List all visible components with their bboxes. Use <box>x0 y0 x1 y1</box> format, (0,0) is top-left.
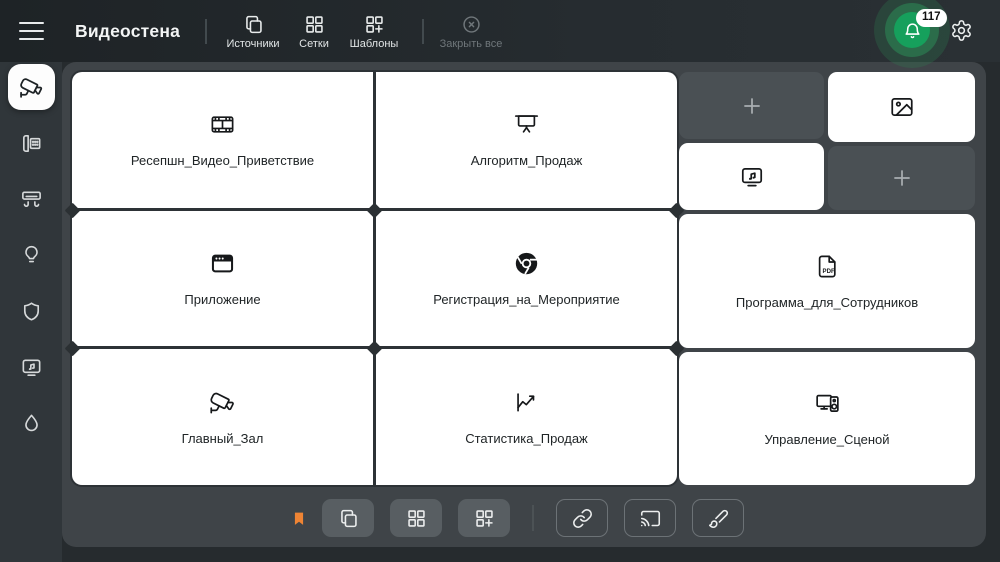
close-all-label: Закрыть все <box>439 38 503 50</box>
svg-text:PDF: PDF <box>822 269 834 275</box>
tile-label: Ресепшн_Видео_Приветствие <box>130 153 315 169</box>
settings-button[interactable] <box>949 19 974 44</box>
grid-plus-icon <box>365 16 383 33</box>
sources-label: Источники <box>226 38 280 50</box>
cast-button[interactable] <box>624 499 676 537</box>
sidebar-item-water[interactable] <box>9 401 53 445</box>
grid-icon <box>407 509 425 527</box>
grid-icon <box>305 16 323 33</box>
pdf-file-icon: PDF <box>818 255 836 277</box>
tile-label: Регистрация_на_Мероприятие <box>433 291 620 307</box>
plus-icon <box>893 170 910 186</box>
divider <box>532 505 534 531</box>
projector-screen-icon <box>514 115 539 133</box>
lightbulb-icon <box>24 245 38 262</box>
copy-icon <box>340 509 357 527</box>
cctv-camera-icon <box>210 392 234 414</box>
templates-label: Шаблоны <box>349 38 399 50</box>
sidebar-item-security[interactable] <box>9 289 53 333</box>
divider <box>205 19 207 44</box>
divider <box>422 19 424 44</box>
copy-icon <box>245 15 262 34</box>
wall-grid: Ресепшн_Видео_Приветствие Алгоритм_Прода… <box>72 72 677 485</box>
brush-button[interactable] <box>692 499 744 537</box>
intercom-phone-icon <box>22 134 40 152</box>
brush-icon <box>708 509 728 528</box>
page-title: Видеостена <box>75 21 181 41</box>
air-conditioner-icon <box>21 190 41 207</box>
image-tile[interactable] <box>828 72 975 142</box>
tile-label: Программа_для_Сотрудников <box>735 294 919 310</box>
wall-tile[interactable]: Управление_Сценой <box>679 352 975 485</box>
shield-icon <box>23 301 39 321</box>
wall-tile[interactable]: Приложение <box>72 210 373 347</box>
tile-label: Управление_Сценой <box>764 432 890 447</box>
image-icon <box>890 98 913 116</box>
link-icon <box>572 508 592 528</box>
scene-control-icon <box>815 394 839 412</box>
close-circle-icon <box>462 16 480 33</box>
grid-plus-icon <box>475 509 493 527</box>
film-icon <box>211 116 234 133</box>
tile-label: Статистика_Продаж <box>465 430 588 446</box>
grid-layout-button[interactable] <box>390 499 442 537</box>
sources-button[interactable]: Источники <box>216 9 290 55</box>
menu-button[interactable] <box>19 22 44 40</box>
media-tile[interactable] <box>679 143 824 210</box>
app-window-icon <box>211 254 234 273</box>
app-root: Видеостена Источники Сетки Шаблоны Закры… <box>0 0 1000 562</box>
plus-icon <box>743 97 760 114</box>
droplet-icon <box>24 414 38 431</box>
bottom-toolbar <box>292 499 744 537</box>
cctv-camera-icon <box>20 77 43 98</box>
sidebar-item-intercom[interactable] <box>9 121 53 165</box>
wall-tile[interactable]: Главный_Зал <box>72 349 373 485</box>
sidebar-item-climate[interactable] <box>9 177 53 221</box>
chrome-icon <box>515 252 538 275</box>
wall-tile[interactable]: Алгоритм_Продаж <box>376 72 677 208</box>
gear-icon <box>952 20 971 41</box>
sidebar <box>0 62 62 562</box>
bookmark-icon[interactable] <box>292 508 306 529</box>
video-wall-panel: Ресепшн_Видео_Приветствие Алгоритм_Прода… <box>62 62 986 547</box>
cast-icon <box>640 510 660 526</box>
tile-label: Алгоритм_Продаж <box>470 153 583 169</box>
empty-slot-tile[interactable] <box>828 146 975 210</box>
tile-label: Главный_Зал <box>181 430 264 446</box>
media-screen-icon <box>22 358 40 376</box>
templates-button[interactable]: Шаблоны <box>341 9 407 55</box>
grids-button[interactable]: Сетки <box>286 9 342 55</box>
wall-tile[interactable]: PDF Программа_для_Сотрудников <box>679 214 975 348</box>
notification-count-badge: 117 <box>916 9 947 27</box>
close-all-button[interactable]: Закрыть все <box>430 9 512 55</box>
empty-slot-tile[interactable] <box>679 72 824 139</box>
topbar: Видеостена Источники Сетки Шаблоны Закры… <box>0 0 1000 68</box>
notifications-button[interactable]: 117 <box>874 0 950 68</box>
link-button[interactable] <box>556 499 608 537</box>
sidebar-item-lighting[interactable] <box>9 233 53 277</box>
wall-tile[interactable]: Статистика_Продаж <box>376 349 677 485</box>
wall-tile[interactable]: Ресепшн_Видео_Приветствие <box>72 72 373 208</box>
sources-panel-button[interactable] <box>322 499 374 537</box>
add-template-button[interactable] <box>458 499 510 537</box>
sidebar-item-cctv[interactable] <box>8 64 55 110</box>
grids-label: Сетки <box>299 38 329 50</box>
sidebar-item-media[interactable] <box>9 345 53 389</box>
media-screen-icon <box>741 167 762 187</box>
wall-tile[interactable]: Регистрация_на_Мероприятие <box>376 210 677 347</box>
tile-label: Приложение <box>184 291 261 307</box>
line-chart-icon <box>517 392 535 412</box>
